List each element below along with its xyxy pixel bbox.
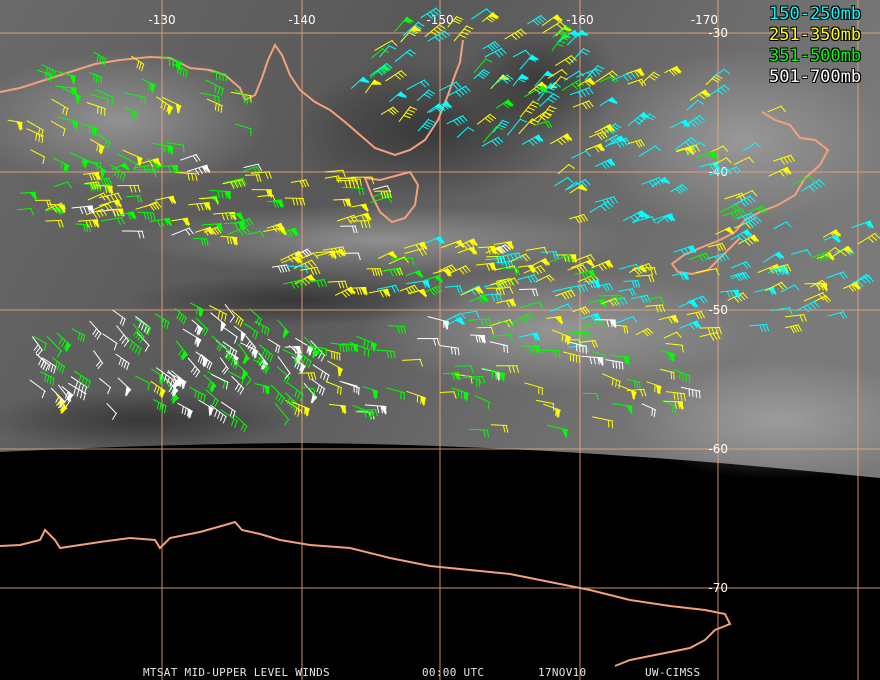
lon-label: -170 — [691, 13, 718, 27]
antarctica-coastline — [0, 520, 732, 667]
valid-time: 00:00 UTC — [422, 666, 485, 679]
satellite-wind-map: -130 -140 -150 -160 -170 -30 -40 -50 -60… — [0, 0, 880, 680]
lat-label: -50 — [708, 303, 728, 317]
lon-label: -130 — [148, 13, 175, 27]
lon-label: -140 — [288, 13, 315, 27]
valid-date: 17NOV10 — [538, 666, 587, 679]
legend-item-501-700mb: 501-700mb — [769, 67, 862, 87]
lat-label: -60 — [708, 442, 728, 456]
lon-label: -160 — [566, 13, 593, 27]
legend-item-150-250mb: 150-250mb — [769, 4, 862, 24]
lat-label: -70 — [708, 581, 728, 595]
map-canvas: -130 -140 -150 -160 -170 -30 -40 -50 -60… — [0, 0, 880, 680]
legend-item-251-350mb: 251-350mb — [769, 25, 862, 45]
lat-label: -30 — [708, 26, 728, 40]
legend-item-351-500mb: 351-500mb — [769, 46, 862, 66]
data-source: UW-CIMSS — [645, 666, 701, 679]
product-title: MTSAT MID-UPPER LEVEL WINDS — [143, 666, 330, 679]
